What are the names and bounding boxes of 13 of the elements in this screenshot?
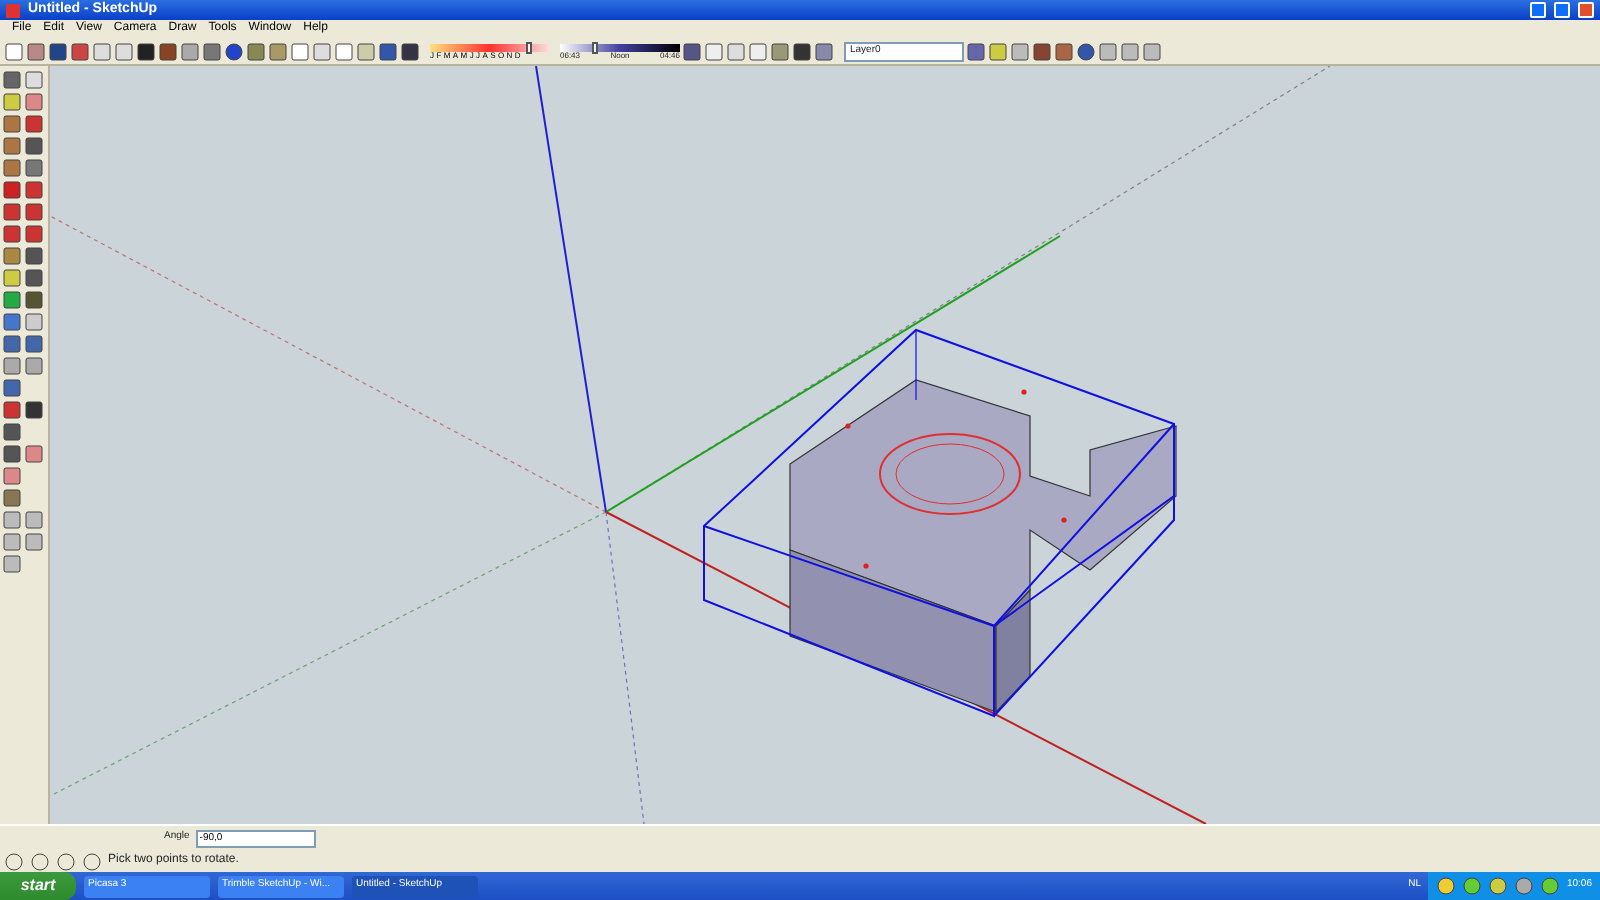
- close-button[interactable]: [1578, 2, 1594, 18]
- maximize-button[interactable]: [1554, 2, 1570, 18]
- tray-icon[interactable]: [1488, 876, 1509, 896]
- model-drawing[interactable]: [703, 328, 1177, 718]
- tray-icon[interactable]: [1436, 876, 1457, 896]
- slider-thumb[interactable]: [525, 41, 532, 53]
- tray-icon[interactable]: [1462, 876, 1483, 896]
- tray-icon[interactable]: [1514, 876, 1535, 896]
- slider-thumb[interactable]: [592, 41, 598, 53]
- app-logo-icon: [6, 3, 20, 17]
- minimize-button[interactable]: [1530, 2, 1546, 18]
- tray-icon[interactable]: [1540, 876, 1561, 896]
- start-button[interactable]: start: [0, 872, 76, 900]
